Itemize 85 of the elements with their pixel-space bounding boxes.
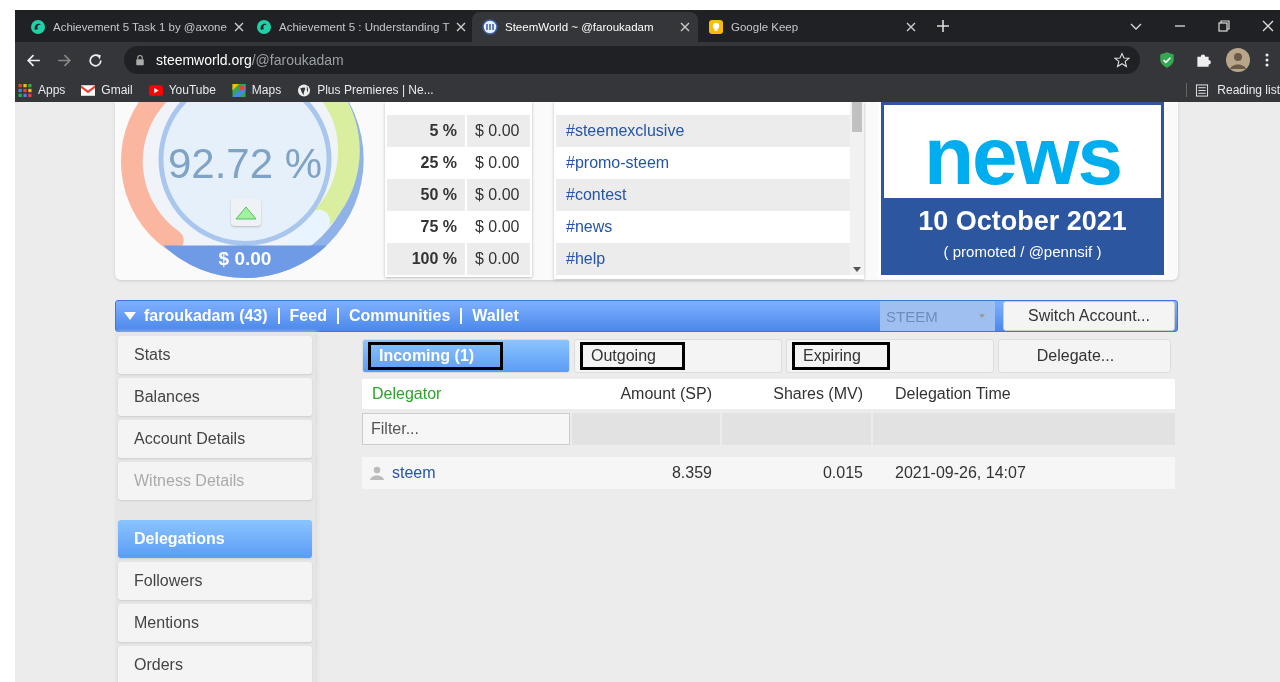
shield-icon[interactable] (1158, 51, 1176, 69)
tab-title: SteemWorld ~ @faroukadam (505, 21, 655, 33)
scrollbar[interactable] (850, 102, 864, 275)
column-header: Amount (SP) (619, 385, 713, 403)
tab-title: Achievement 5 Task 1 by @axone (53, 21, 227, 33)
delegation-tab[interactable]: Delegate... (998, 339, 1171, 373)
weight-cell: 5 % (387, 115, 467, 147)
globe-icon (297, 83, 312, 97)
bookmark[interactable]: Gmail (81, 83, 133, 97)
scroll-thumb[interactable] (852, 102, 862, 132)
list-icon (1195, 83, 1210, 97)
sidebar-item[interactable]: Orders (118, 646, 312, 682)
browser-tab[interactable]: Achievement 5 Task 1 by @axone (20, 12, 246, 42)
weight-cell: 100 % (387, 243, 467, 275)
bulb-icon (708, 19, 724, 35)
banner-note: ( promoted / @pennsif ) (943, 243, 1102, 260)
browser-tab[interactable]: SteemWorld ~ @faroukadam (472, 12, 698, 42)
value-cell-text: $ 0.00 (474, 218, 520, 236)
scroll-down-icon[interactable] (853, 267, 861, 272)
user-icon (370, 466, 384, 480)
column-header: Delegator (371, 385, 443, 403)
reload-icon[interactable] (87, 51, 104, 69)
star-icon[interactable] (1114, 52, 1130, 68)
play-icon (148, 83, 163, 97)
close-icon[interactable] (233, 22, 244, 32)
delegation-tab[interactable]: Outgoing (574, 339, 782, 373)
delegator-link[interactable]: steem (392, 464, 436, 482)
envelope-icon (81, 83, 96, 97)
tag-link[interactable]: #steemexclusive (556, 115, 850, 147)
voting-power-percent: 92.72 % (166, 140, 324, 188)
vote-value: $ 0.00 (217, 248, 273, 270)
map-icon (231, 83, 246, 97)
switch-account-button[interactable]: Switch Account... (1003, 301, 1175, 331)
bookmark-label: Gmail (101, 83, 133, 97)
delegation-tab[interactable]: Expiring (786, 339, 994, 373)
bookmark-label: Apps (38, 83, 66, 97)
sidebar-item[interactable]: Balances (118, 378, 312, 416)
banner-date: 10 October 2021 (918, 206, 1127, 237)
close-icon[interactable] (1260, 18, 1276, 34)
apps-grid-icon (18, 83, 32, 97)
address-field[interactable]: steemworld.org/@faroukadam (124, 46, 1140, 74)
site-icon (482, 19, 498, 35)
column-header: Shares (MV) (772, 385, 864, 403)
tag-link[interactable]: #help (556, 243, 850, 275)
bookmark[interactable]: Apps (18, 83, 66, 97)
close-icon[interactable] (906, 22, 916, 32)
value-cell-text: $ 0.00 (474, 122, 520, 140)
tab-title: Google Keep (731, 21, 800, 33)
sidebar-item[interactable]: Followers (118, 562, 312, 600)
menu-icon[interactable] (1264, 52, 1270, 68)
bookmark-label: Maps (251, 83, 282, 97)
table-cell-text: 0.015 (821, 464, 864, 482)
bookmark[interactable]: YouTube (148, 83, 216, 97)
close-icon[interactable] (680, 22, 690, 32)
tab-title: Achievement 5 : Understanding T (279, 21, 450, 33)
sidebar-item[interactable]: Stats (118, 336, 312, 374)
value-cell-text: $ 0.00 (474, 154, 520, 172)
table-cell-text: 2021-09-26, 14:07 (894, 464, 1027, 482)
filter-field[interactable]: Filter... (362, 413, 570, 445)
tag-link[interactable]: #news (556, 211, 850, 243)
banner-word: news (923, 114, 1122, 198)
tag-link[interactable]: #promo-steem (556, 147, 850, 179)
triangle-icon (234, 204, 258, 220)
new-tab-icon[interactable] (936, 19, 950, 33)
value-cell-text: $ 0.00 (474, 250, 520, 268)
bookmark[interactable]: Maps (231, 83, 282, 97)
close-icon[interactable] (456, 22, 467, 32)
avatar-icon[interactable] (1226, 48, 1250, 72)
sidebar-item[interactable]: Mentions (118, 604, 312, 642)
restore-icon[interactable] (1216, 18, 1232, 34)
value-cell-text: $ 0.00 (474, 186, 520, 204)
news-banner[interactable]: news 10 October 2021 ( promoted / @pennsif ) (881, 102, 1164, 275)
swirl-icon (30, 19, 46, 35)
column-header: Delegation Time (894, 385, 1012, 403)
table-cell-text: 8.359 (670, 464, 713, 482)
tag-link[interactable]: #contest (556, 179, 850, 211)
weight-cell: 50 % (387, 179, 467, 211)
sidebar-item[interactable]: Account Details (118, 420, 312, 458)
bookmark-label: YouTube (168, 83, 216, 97)
swirl-icon (256, 19, 272, 35)
caret-icon (979, 314, 985, 318)
browser-tab[interactable]: Google Keep (698, 12, 924, 42)
reading-list-button[interactable]: Reading list (1186, 83, 1280, 97)
browser-tab[interactable]: Achievement 5 : Understanding T (246, 12, 472, 42)
lock-icon (134, 54, 146, 66)
